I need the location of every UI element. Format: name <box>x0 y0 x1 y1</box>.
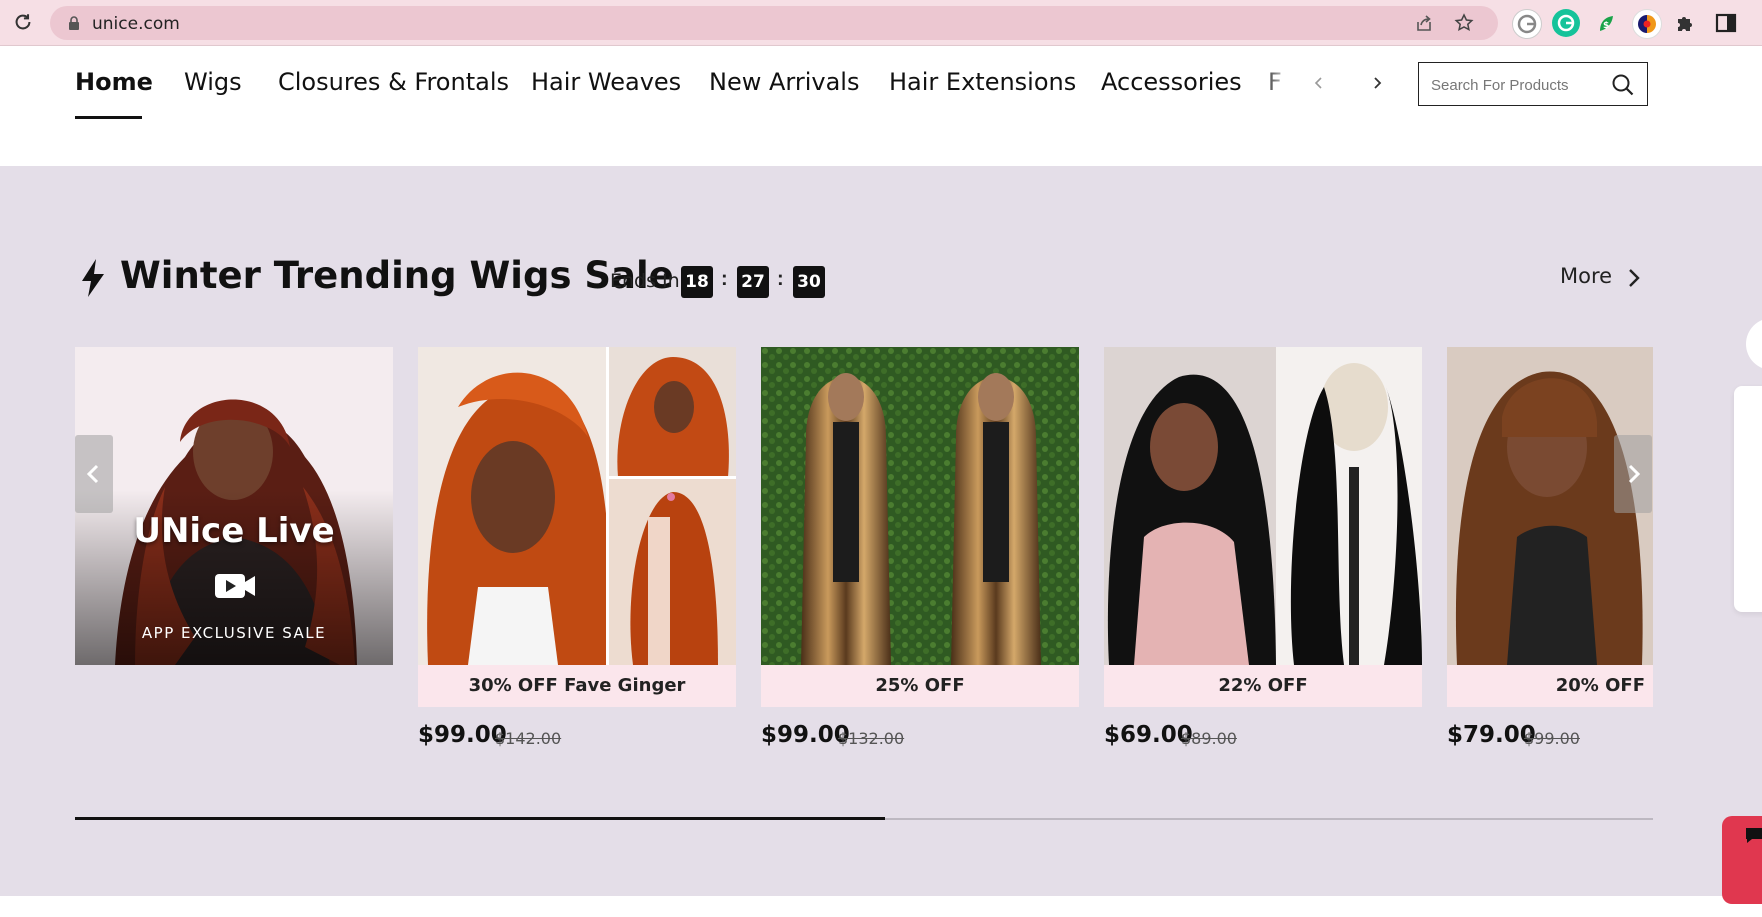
discount-badge: 30% OFF Fave Ginger <box>418 665 736 707</box>
live-title: UNice Live <box>133 511 335 551</box>
timer-minutes: 27 <box>737 266 769 298</box>
product-carousel: UNice Live APP EXCLUSIVE SALE 30% OFF Fa… <box>75 347 1653 767</box>
product-image[interactable] <box>418 347 736 665</box>
nav-fade-overlay <box>1262 46 1302 121</box>
bottom-strip <box>0 896 1762 917</box>
svg-text:$: $ <box>1603 21 1609 31</box>
search-icon[interactable] <box>1611 73 1635 97</box>
sale-price: $99.00 <box>418 722 507 748</box>
main-navigation: Home Wigs Closures & Frontals Hair Weave… <box>0 46 1762 121</box>
reload-icon[interactable] <box>12 11 34 33</box>
nav-prev-chevron-icon[interactable] <box>1310 74 1328 92</box>
sidebar-icon[interactable] <box>1714 11 1738 35</box>
lightning-bolt-icon <box>82 259 104 297</box>
share-icon[interactable] <box>1414 13 1434 33</box>
discount-badge: 20% OFF <box>1447 665 1653 707</box>
body-wave-wig-photo-illustration <box>1104 347 1422 665</box>
carousel-next-button[interactable] <box>1614 435 1652 513</box>
carousel-progress-track <box>75 817 1653 820</box>
chevron-left-icon <box>86 464 99 484</box>
timer-colon: : <box>721 268 728 290</box>
search-box[interactable] <box>1418 62 1648 106</box>
ends-in-label: Ends In <box>610 270 680 292</box>
nav-item-new-arrivals[interactable]: New Arrivals <box>709 68 859 96</box>
more-link[interactable]: More <box>1560 264 1612 288</box>
lock-icon[interactable] <box>66 15 82 31</box>
highlight-wig-photo-illustration <box>761 347 1079 665</box>
live-subtitle: APP EXCLUSIVE SALE <box>141 624 327 642</box>
nav-active-underline <box>75 116 142 119</box>
product-image[interactable] <box>1104 347 1422 665</box>
original-price: $99.00 <box>1524 729 1580 748</box>
section-title: Winter Trending Wigs Sale <box>120 254 674 297</box>
chevron-right-icon[interactable] <box>1623 266 1645 290</box>
puzzle-icon[interactable] <box>1674 11 1698 35</box>
extension-color-icon[interactable] <box>1632 9 1662 39</box>
model-photo-illustration <box>75 347 393 665</box>
nav-item-closures-frontals[interactable]: Closures & Frontals <box>278 68 509 96</box>
carousel-prev-button[interactable] <box>75 435 113 513</box>
address-bar[interactable]: unice.com <box>50 6 1498 40</box>
original-price: $132.00 <box>838 729 905 748</box>
floating-side-panel[interactable] <box>1734 386 1762 612</box>
winter-sale-section: Winter Trending Wigs Sale Ends In 18 : 2… <box>0 166 1762 896</box>
timer-colon: : <box>777 268 784 290</box>
timer-seconds: 30 <box>793 266 825 298</box>
product-image[interactable] <box>761 347 1079 665</box>
nav-next-chevron-icon[interactable] <box>1368 74 1386 92</box>
extension-g-icon[interactable] <box>1512 9 1542 39</box>
nav-item-hair-extensions[interactable]: Hair Extensions <box>889 68 1076 96</box>
sale-price: $69.00 <box>1104 722 1193 748</box>
ginger-wig-photo-illustration <box>418 347 736 665</box>
original-price: $142.00 <box>495 729 562 748</box>
search-input[interactable] <box>1429 73 1603 97</box>
discount-badge: 22% OFF <box>1104 665 1422 707</box>
chevron-right-icon <box>1628 464 1641 484</box>
live-card-image[interactable]: UNice Live APP EXCLUSIVE SALE <box>75 347 393 665</box>
spacer-band <box>0 121 1762 166</box>
chat-bubble-icon <box>1746 828 1762 843</box>
nav-item-wigs[interactable]: Wigs <box>184 68 242 96</box>
nav-item-home[interactable]: Home <box>75 68 153 96</box>
carousel-progress-fill <box>75 817 885 820</box>
help-chat-button[interactable] <box>1722 816 1762 904</box>
nav-item-accessories[interactable]: Accessories <box>1101 68 1242 96</box>
sale-price: $99.00 <box>761 722 850 748</box>
discount-badge: 25% OFF <box>761 665 1079 707</box>
sale-price: $79.00 <box>1447 722 1536 748</box>
nav-item-hair-weaves[interactable]: Hair Weaves <box>531 68 681 96</box>
video-camera-icon <box>215 574 255 598</box>
timer-hours: 18 <box>681 266 713 298</box>
original-price: $89.00 <box>1181 729 1237 748</box>
extension-leaf-icon[interactable]: $ <box>1594 11 1618 35</box>
extension-grammarly-icon[interactable] <box>1552 9 1580 37</box>
bookmark-star-icon[interactable] <box>1454 13 1474 33</box>
browser-toolbar: unice.com $ <box>0 0 1762 46</box>
url-text[interactable]: unice.com <box>92 14 180 34</box>
